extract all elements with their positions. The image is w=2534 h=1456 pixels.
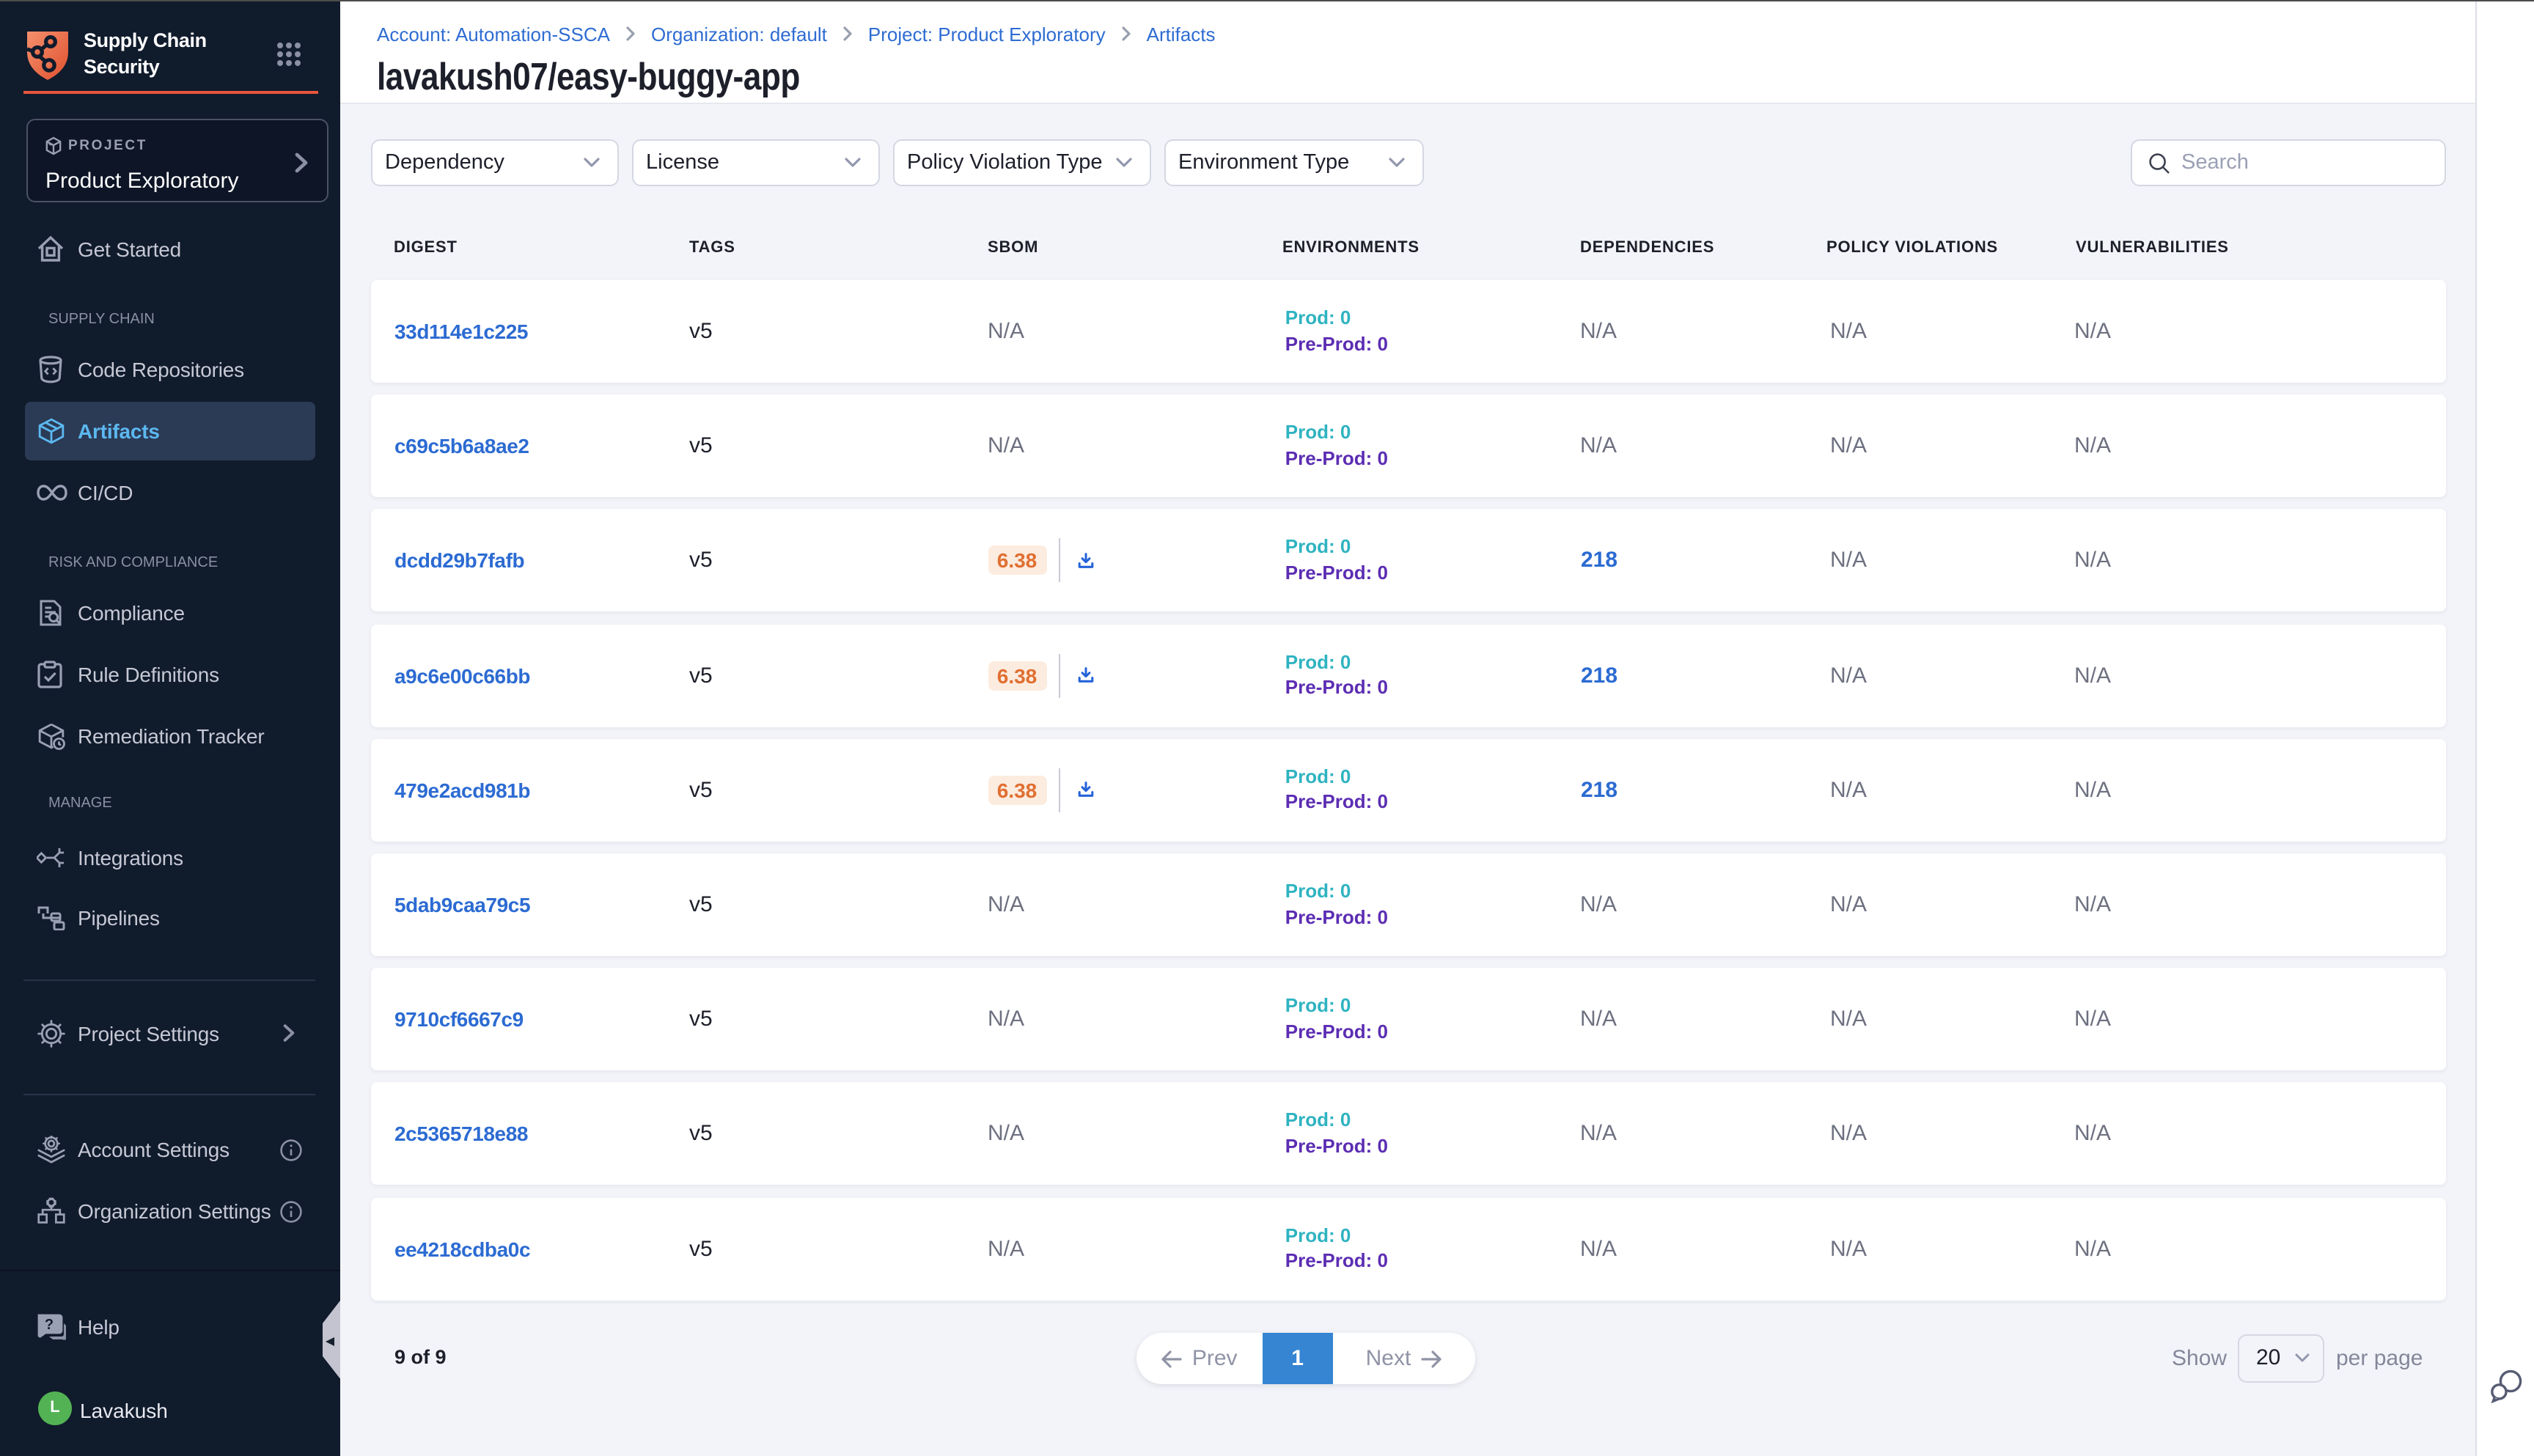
svg-text:?: ? — [45, 1317, 54, 1333]
